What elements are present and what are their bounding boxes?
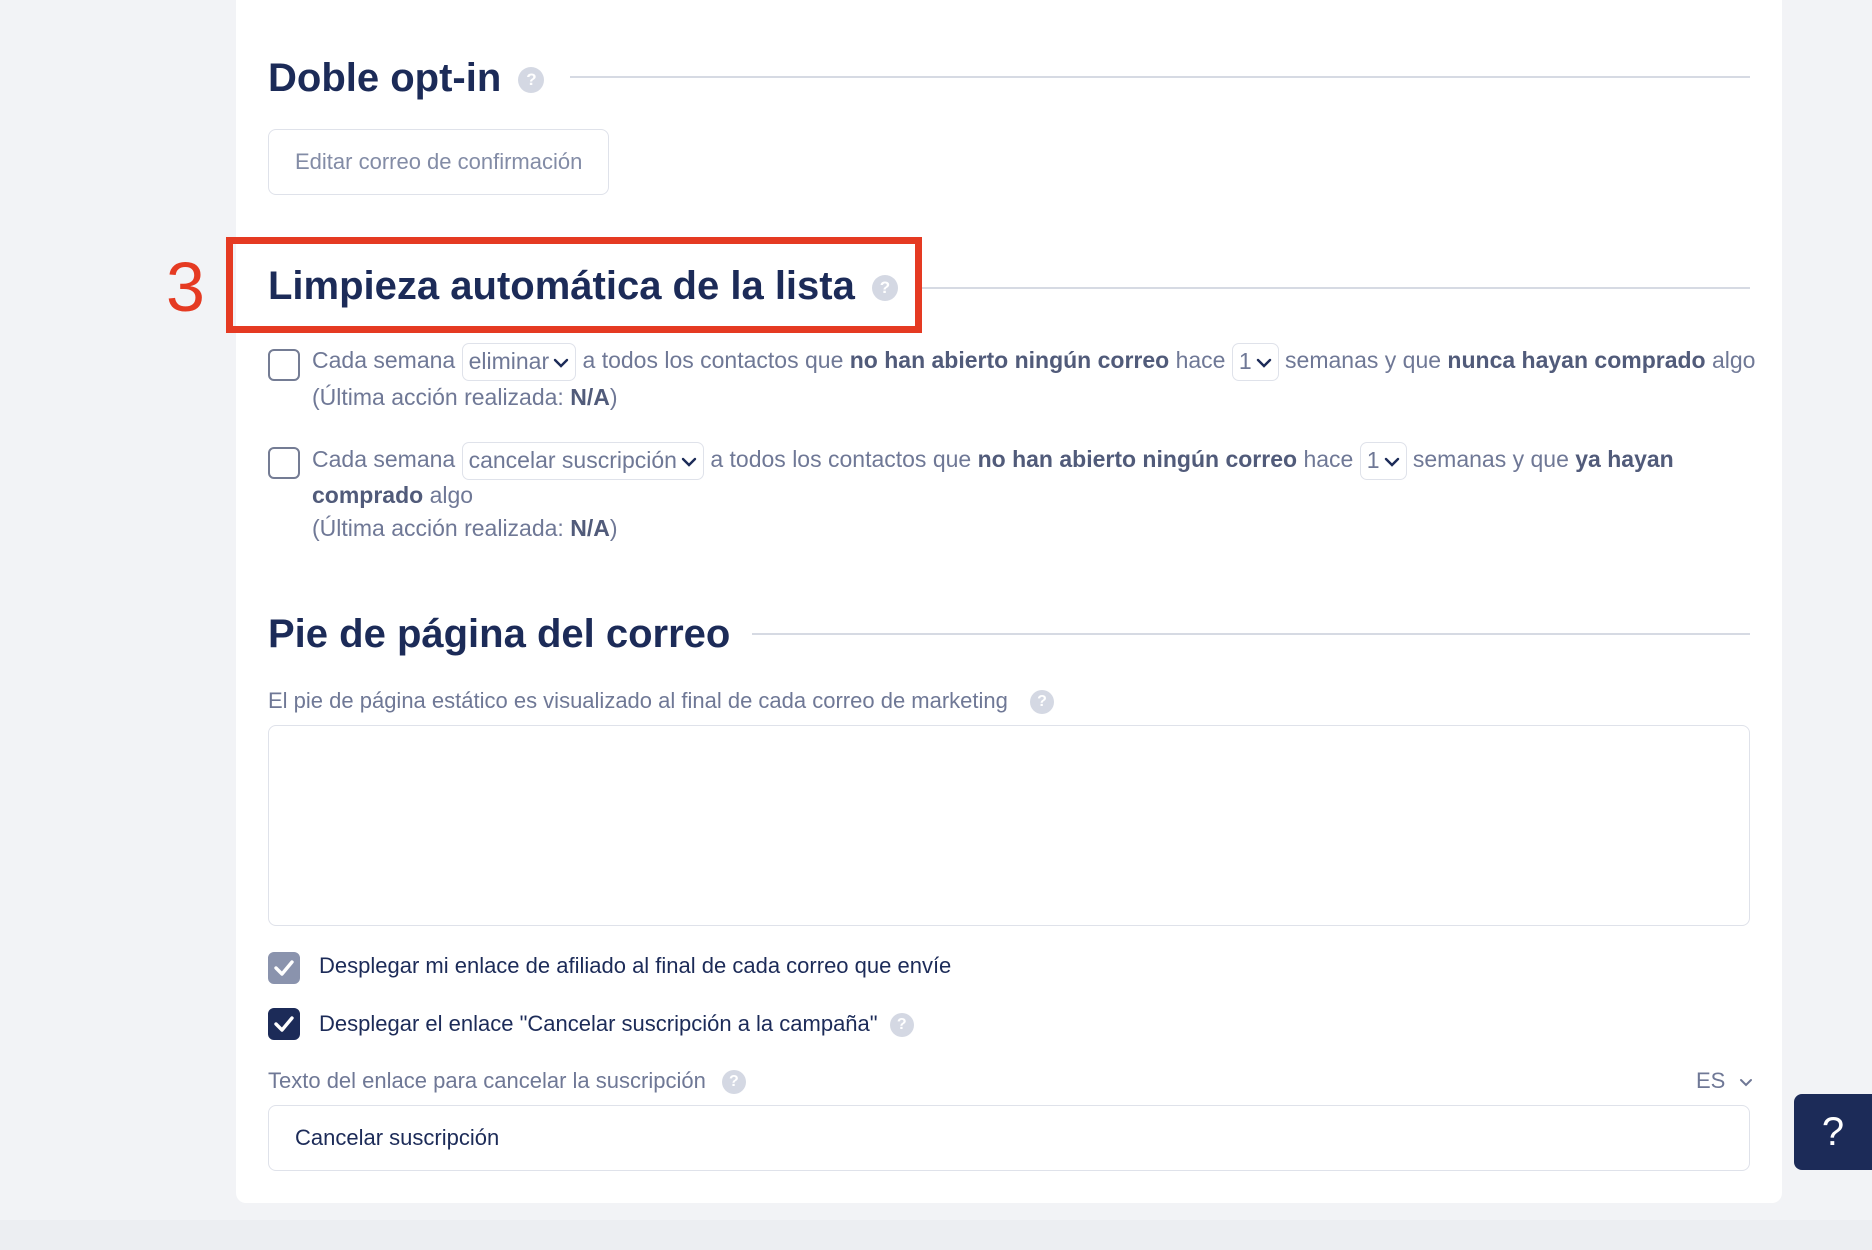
check-icon — [274, 1016, 294, 1032]
section-divider — [922, 287, 1750, 289]
chevron-down-icon — [1256, 358, 1271, 368]
check-icon — [274, 960, 294, 976]
rule-2-action-select[interactable]: cancelar suscripción — [461, 441, 704, 480]
double-opt-in-title-text: Doble opt-in — [268, 56, 502, 100]
rule-2-weeks-select[interactable]: 1 — [1359, 441, 1407, 480]
help-icon[interactable]: ? — [518, 67, 545, 94]
list-cleaning-title: Limpieza automática de la lista ? — [268, 262, 898, 310]
rule-2-checkbox[interactable] — [268, 447, 300, 479]
affiliate-link-checkbox[interactable] — [268, 952, 300, 984]
settings-card: Doble opt-in ? Editar correo de confirma… — [166, 0, 1782, 1203]
footer-description: El pie de página estático es visualizado… — [268, 688, 1055, 715]
rule-1-action-select[interactable]: eliminar — [461, 342, 577, 381]
help-icon[interactable]: ? — [889, 1013, 914, 1038]
affiliate-link-label: Desplegar mi enlace de afiliado al final… — [319, 953, 952, 978]
edit-confirmation-email-button[interactable]: Editar correo de confirmación — [268, 129, 610, 195]
chevron-down-icon — [553, 358, 569, 368]
help-icon[interactable]: ? — [871, 275, 898, 302]
footer-editor[interactable] — [268, 725, 1750, 926]
help-button[interactable]: ? — [1794, 1094, 1872, 1170]
chevron-down-icon — [1384, 457, 1399, 467]
language-select[interactable]: ES — [1696, 1068, 1753, 1094]
rule-1-text: Cada semana eliminar a todos los contact… — [312, 342, 1772, 381]
help-icon[interactable]: ? — [721, 1070, 746, 1095]
step-number: 3 — [166, 248, 205, 326]
footer-title: Pie de página del correo — [268, 612, 731, 656]
rule-2-text: Cada semana cancelar suscripción a todos… — [312, 441, 1772, 480]
list-cleaning-title-text: Limpieza automática de la lista — [268, 264, 855, 308]
unsubscribe-link-label: Desplegar el enlace "Cancelar suscripció… — [319, 1011, 914, 1038]
unsubscribe-link-checkbox[interactable] — [268, 1008, 300, 1040]
unsubscribe-text-input[interactable]: Cancelar suscripción — [268, 1105, 1750, 1171]
page-bottom-band — [0, 1220, 1872, 1250]
chevron-down-icon — [1740, 1078, 1753, 1087]
rule-2-text-cont: comprado algo — [312, 482, 474, 508]
rule-1-weeks-select[interactable]: 1 — [1231, 342, 1279, 381]
unsubscribe-text-label: Texto del enlace para cancelar la suscri… — [268, 1068, 746, 1095]
chevron-down-icon — [681, 457, 697, 467]
rule-1-checkbox[interactable] — [268, 349, 300, 381]
double-opt-in-title: Doble opt-in ? — [268, 54, 545, 102]
rule-1-last-action: (Última acción realizada: N/A) — [312, 384, 618, 410]
help-icon[interactable]: ? — [1030, 690, 1055, 715]
section-divider — [570, 76, 1750, 78]
section-divider — [752, 633, 1750, 635]
rule-2-last-action: (Última acción realizada: N/A) — [312, 515, 618, 541]
